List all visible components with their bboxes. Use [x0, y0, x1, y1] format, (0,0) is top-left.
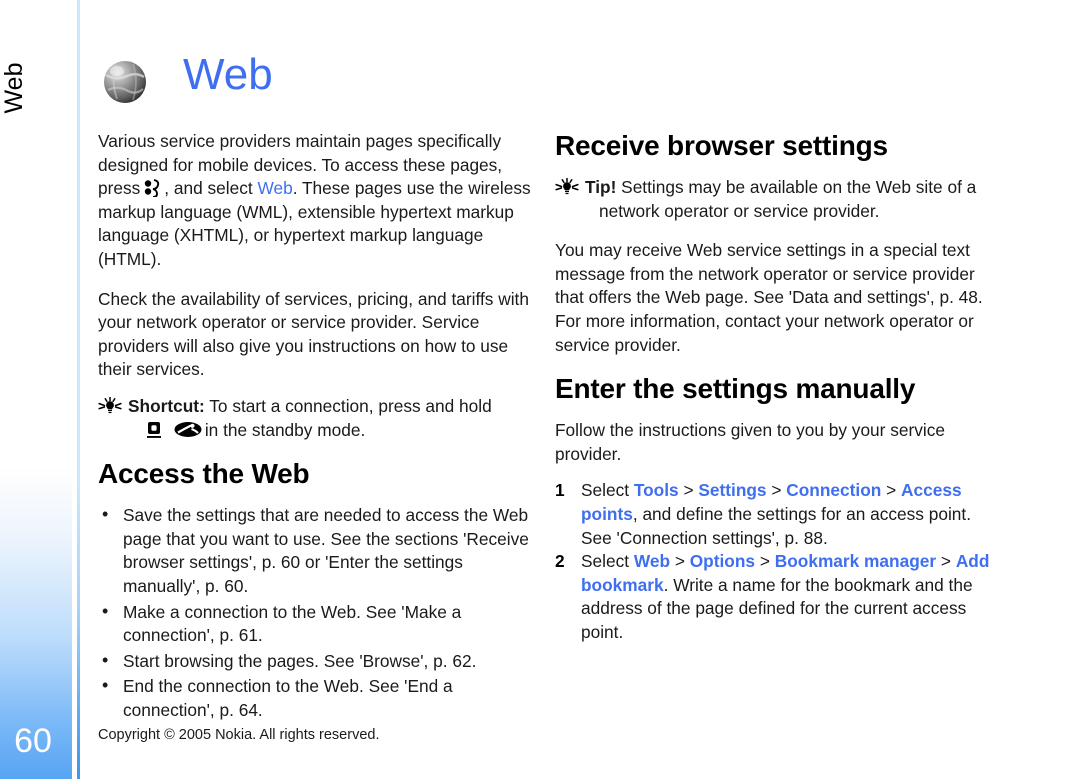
ui-path-item: Web	[633, 551, 671, 572]
lightbulb-tip-icon	[555, 178, 579, 195]
footer-copyright: Copyright © 2005 Nokia. All rights reser…	[98, 727, 380, 743]
lightbulb-tip-icon	[98, 396, 122, 414]
step-number: 2	[555, 551, 565, 572]
globe-icon	[104, 61, 146, 103]
zero-key-icon	[147, 421, 161, 438]
shortcut-text: To start a connection, press and hold	[209, 395, 492, 416]
left-column: Various service providers maintain pages…	[98, 130, 538, 724]
receive-browser-settings-heading: Receive browser settings	[555, 130, 888, 161]
shortcut-tail: in the standby mode.	[204, 419, 366, 440]
right-column: Receive browser settings Tip! Settings m…	[555, 130, 995, 645]
page-content: Web Various service providers maintain p…	[98, 0, 1038, 779]
menu-key-icon	[145, 179, 160, 198]
enter-settings-manually-heading: Enter the settings manually	[555, 373, 916, 405]
list-item: 2 Select Web > Options > Bookmark manager…	[555, 550, 995, 644]
chapter-tab-strip: Web 60	[0, 0, 72, 779]
access-steps-list: Save the settings that are needed to acc…	[98, 503, 538, 722]
intro-paragraph: Various service providers maintain pages…	[98, 130, 538, 272]
chapter-tab-label: Web	[0, 62, 28, 114]
chapter-title: Web	[183, 50, 273, 99]
intro-text-part2: , and select	[164, 178, 253, 199]
path-separator: >	[771, 480, 782, 501]
document-page: Web 60 Web Various service providers mai…	[0, 0, 1080, 779]
list-item: End the connection to the Web. See 'End …	[98, 674, 538, 722]
step-pre-text: Select	[581, 551, 630, 572]
shortcut-label: Shortcut:	[128, 395, 205, 416]
ui-path-item: Settings	[698, 480, 767, 501]
ui-path-item: Tools	[633, 480, 679, 501]
path-separator: >	[886, 480, 897, 501]
manual-intro-paragraph: Follow the instructions given to you by …	[555, 420, 945, 464]
manual-steps-list: 1 Select Tools > Settings > Connection > …	[555, 479, 995, 644]
path-separator: >	[759, 551, 770, 572]
tip-label: Tip!	[585, 177, 617, 197]
step-number: 1	[555, 480, 565, 501]
path-separator: >	[683, 480, 694, 501]
list-item: Start browsing the pages. See 'Browse', …	[98, 649, 538, 674]
intro-ui-link: Web	[257, 178, 293, 199]
shortcut-keys-line: in the standby mode.	[128, 419, 538, 443]
path-separator: >	[940, 551, 951, 572]
ui-path-item: Bookmark manager	[774, 551, 937, 572]
ui-path-item: Connection	[786, 480, 882, 501]
vertical-rule	[77, 0, 80, 779]
step-pre-text: Select	[581, 480, 630, 501]
tip-note: Tip! Settings may be available on the We…	[555, 176, 995, 223]
tip-text-line2: network operator or service provider.	[599, 200, 880, 221]
list-item: Make a connection to the Web. See 'Make …	[98, 599, 538, 648]
connection-key-icon	[174, 421, 202, 437]
page-number: 60	[14, 722, 52, 760]
availability-paragraph: Check the availability of services, pric…	[98, 288, 529, 380]
list-item: 1 Select Tools > Settings > Connection > …	[555, 479, 995, 550]
path-separator: >	[674, 551, 685, 572]
ui-path-item: Options	[689, 551, 756, 572]
step-post-text: , and define the settings for an access …	[581, 503, 972, 548]
shortcut-note: Shortcut: To start a connection, press a…	[98, 395, 538, 442]
access-the-web-heading: Access the Web	[98, 458, 310, 490]
receive-settings-paragraph: You may receive Web service settings in …	[555, 240, 983, 355]
list-item: Save the settings that are needed to acc…	[98, 503, 538, 598]
tip-text: Settings may be available on the Web sit…	[621, 177, 977, 197]
intro-text-part3: . These pages use the wireless markup la…	[98, 178, 531, 269]
